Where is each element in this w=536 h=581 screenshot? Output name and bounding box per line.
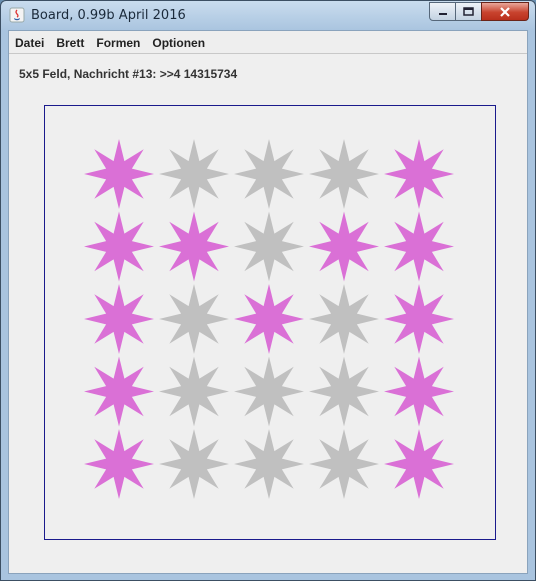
star-cell-r1-c2-icon[interactable] xyxy=(159,139,229,209)
menu-optionen[interactable]: Optionen xyxy=(146,31,211,53)
client-area: Datei Brett Formen Optionen 5x5 Feld, Na… xyxy=(8,30,528,574)
star-cell-r2-c4-icon[interactable] xyxy=(309,211,379,282)
star-cell-r3-c3-icon[interactable] xyxy=(234,284,304,354)
menu-formen[interactable]: Formen xyxy=(90,31,146,53)
star-cell-r5-c1-icon[interactable] xyxy=(84,429,154,499)
window-title: Board, 0.99b April 2016 xyxy=(31,8,186,23)
menu-brett[interactable]: Brett xyxy=(50,31,90,53)
star-grid[interactable] xyxy=(45,106,495,539)
star-cell-r4-c2-icon[interactable] xyxy=(159,356,229,427)
menu-bar: Datei Brett Formen Optionen xyxy=(9,31,527,54)
board-panel[interactable] xyxy=(44,105,496,540)
star-cell-r3-c1-icon[interactable] xyxy=(84,284,154,354)
maximize-icon xyxy=(463,7,474,16)
star-cell-r4-c1-icon[interactable] xyxy=(84,356,154,427)
star-cell-r2-c5-icon[interactable] xyxy=(384,211,454,282)
app-window: Board, 0.99b April 2016 Datei Brett Form… xyxy=(0,0,536,581)
star-cell-r1-c1-icon[interactable] xyxy=(84,139,154,209)
close-button[interactable] xyxy=(481,2,529,21)
status-message: 5x5 Feld, Nachricht #13: >>4 14315734 xyxy=(19,67,238,81)
star-cell-r3-c2-icon[interactable] xyxy=(159,284,229,354)
star-cell-r1-c5-icon[interactable] xyxy=(384,139,454,209)
star-cell-r5-c4-icon[interactable] xyxy=(309,429,379,499)
close-icon xyxy=(500,6,510,17)
star-cell-r2-c3-icon[interactable] xyxy=(234,211,304,282)
star-cell-r1-c3-icon[interactable] xyxy=(234,139,304,209)
star-cell-r5-c3-icon[interactable] xyxy=(234,429,304,499)
minimize-icon xyxy=(438,12,447,15)
star-cell-r5-c5-icon[interactable] xyxy=(384,429,454,499)
star-cell-r4-c5-icon[interactable] xyxy=(384,356,454,427)
menu-datei[interactable]: Datei xyxy=(9,31,50,53)
title-bar[interactable]: Board, 0.99b April 2016 xyxy=(1,1,535,30)
star-cell-r5-c2-icon[interactable] xyxy=(159,429,229,499)
star-cell-r3-c5-icon[interactable] xyxy=(384,284,454,354)
java-app-icon xyxy=(9,7,25,23)
star-cell-r4-c3-icon[interactable] xyxy=(234,356,304,427)
minimize-button[interactable] xyxy=(429,2,456,21)
star-cell-r4-c4-icon[interactable] xyxy=(309,356,379,427)
star-cell-r2-c1-icon[interactable] xyxy=(84,211,154,282)
maximize-button[interactable] xyxy=(455,2,482,21)
star-cell-r1-c4-icon[interactable] xyxy=(309,139,379,209)
star-cell-r3-c4-icon[interactable] xyxy=(309,284,379,354)
star-cell-r2-c2-icon[interactable] xyxy=(159,211,229,282)
